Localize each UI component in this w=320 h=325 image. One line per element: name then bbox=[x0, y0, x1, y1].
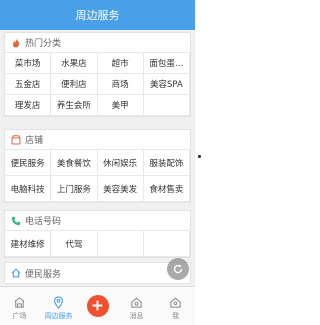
shop-category-item[interactable]: 休闲娱乐 bbox=[97, 150, 144, 176]
shops-grid: 便民服务 美食餐饮 休闲娱乐 服装配饰 电脑科技 上门服务 美容美发 食材售卖 bbox=[5, 150, 190, 202]
page-title: 周边服务 bbox=[75, 9, 120, 22]
shop-category-item[interactable]: 美容美发 bbox=[97, 176, 144, 202]
hot-category-item[interactable]: 便利店 bbox=[51, 74, 98, 95]
home-icon bbox=[11, 268, 21, 278]
hot-categories-grid: 菜市场 水果店 超市 面包蛋… 五金店 便利店 商场 美容SPA 理发店 养生会… bbox=[5, 53, 190, 116]
phone-category-empty bbox=[97, 231, 144, 257]
phone-category-empty bbox=[143, 231, 190, 257]
shops-header: 店铺 bbox=[5, 130, 190, 150]
phone-category-item[interactable]: 代驾 bbox=[51, 231, 98, 257]
hot-categories-title: 热门分类 bbox=[25, 39, 62, 49]
shops-title: 店铺 bbox=[25, 136, 44, 146]
hot-category-item[interactable]: 超市 bbox=[97, 53, 144, 74]
hot-category-item[interactable]: 美容SPA bbox=[143, 74, 190, 95]
title-bar: 周边服务 bbox=[0, 0, 195, 30]
tab-nearby-services-label: 周边服务 bbox=[44, 312, 73, 320]
hot-category-item[interactable]: 菜市场 bbox=[5, 53, 52, 74]
shop-category-item[interactable]: 便民服务 bbox=[5, 150, 52, 176]
tab-nearby-services[interactable]: 周边服务 bbox=[39, 287, 78, 325]
shop-category-item[interactable]: 电脑科技 bbox=[5, 176, 52, 202]
tab-plaza[interactable]: 广场 bbox=[0, 287, 39, 325]
shop-category-item[interactable]: 上门服务 bbox=[51, 176, 98, 202]
hot-category-item[interactable]: 养生会所 bbox=[51, 95, 98, 116]
convenience-section: 便民服务 bbox=[4, 262, 191, 284]
phone-numbers-title: 电话号码 bbox=[25, 217, 62, 227]
hot-category-item[interactable]: 五金店 bbox=[5, 74, 52, 95]
hot-categories-header: 热门分类 bbox=[5, 33, 190, 53]
refresh-button[interactable] bbox=[167, 258, 189, 280]
app-screen: 周边服务 热门分类 菜市场 水果店 超市 面包蛋… 五金店 便利店 商场 美容S… bbox=[0, 0, 195, 325]
shop-category-item[interactable]: 食材售卖 bbox=[143, 176, 190, 202]
shops-section: 店铺 便民服务 美食餐饮 休闲娱乐 服装配饰 电脑科技 上门服务 美容美发 食材… bbox=[4, 129, 191, 203]
hot-category-item[interactable]: 美甲 bbox=[97, 95, 144, 116]
hot-categories-section: 热门分类 菜市场 水果店 超市 面包蛋… 五金店 便利店 商场 美容SPA 理发… bbox=[4, 32, 191, 117]
hot-category-item[interactable]: 理发店 bbox=[5, 95, 52, 116]
tab-messages[interactable]: 消息 bbox=[117, 287, 156, 325]
hot-category-item[interactable]: 面包蛋… bbox=[143, 53, 190, 74]
shop-category-item[interactable]: 美食餐饮 bbox=[51, 150, 98, 176]
convenience-title: 便民服务 bbox=[25, 269, 62, 280]
shop-icon bbox=[11, 134, 21, 145]
hot-category-empty bbox=[143, 95, 190, 116]
plaza-icon bbox=[14, 297, 25, 308]
bottom-tab-bar: 广场 周边服务 消息 我 bbox=[0, 286, 195, 325]
tab-profile-label: 我 bbox=[172, 312, 179, 320]
shop-category-item[interactable]: 服装配饰 bbox=[143, 150, 190, 176]
fire-icon bbox=[11, 38, 21, 48]
hot-category-item[interactable]: 水果店 bbox=[51, 53, 98, 74]
convenience-header: 便民服务 bbox=[5, 263, 190, 283]
phone-numbers-header: 电话号码 bbox=[5, 211, 190, 231]
profile-icon bbox=[170, 297, 181, 308]
tab-add[interactable] bbox=[78, 287, 117, 325]
refresh-icon bbox=[172, 263, 184, 275]
location-icon bbox=[54, 296, 63, 309]
tab-plaza-label: 广场 bbox=[12, 312, 27, 320]
message-icon bbox=[131, 297, 142, 308]
tab-profile[interactable]: 我 bbox=[156, 287, 195, 325]
phone-icon bbox=[11, 216, 21, 226]
add-icon bbox=[86, 295, 109, 317]
phone-numbers-grid: 建材维修 代驾 bbox=[5, 231, 190, 257]
hot-category-item[interactable]: 商场 bbox=[97, 74, 144, 95]
phone-numbers-section: 电话号码 建材维修 代驾 bbox=[4, 210, 191, 258]
bullet-dot bbox=[198, 155, 201, 158]
tab-messages-label: 消息 bbox=[129, 312, 144, 320]
phone-category-item[interactable]: 建材维修 bbox=[5, 231, 52, 257]
